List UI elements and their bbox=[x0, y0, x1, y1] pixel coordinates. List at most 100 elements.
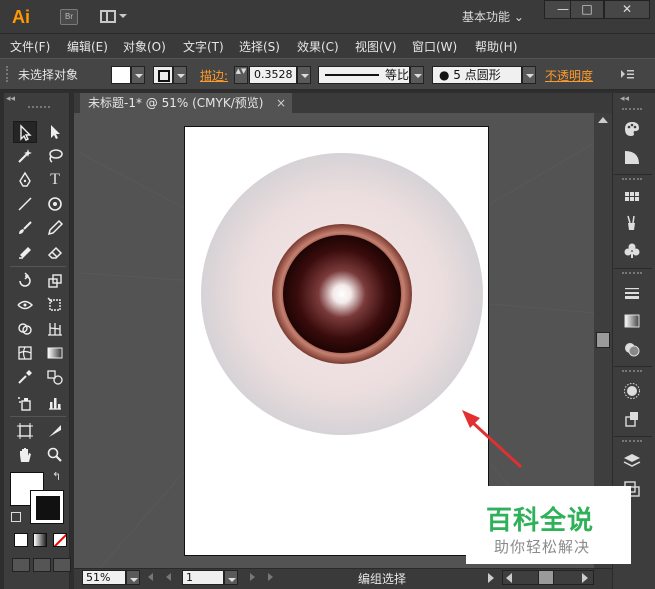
color-palette-icon[interactable] bbox=[620, 118, 644, 140]
menu-edit[interactable]: 编辑(E) bbox=[67, 38, 108, 55]
magic-wand-tool[interactable] bbox=[13, 145, 37, 167]
gradient-mode-button[interactable] bbox=[33, 533, 47, 547]
layers-icon[interactable] bbox=[620, 450, 644, 472]
stroke-panel-link[interactable]: 描边: bbox=[200, 67, 228, 84]
zoom-level-input[interactable]: 51% bbox=[82, 570, 126, 585]
variable-width-profile[interactable]: 等比 bbox=[318, 66, 410, 84]
bridge-button[interactable]: Br bbox=[60, 9, 78, 25]
horizontal-scroll-thumb[interactable] bbox=[538, 570, 554, 585]
fill-dropdown[interactable] bbox=[131, 66, 145, 84]
panel-grip[interactable] bbox=[622, 108, 642, 111]
panel-grip[interactable] bbox=[28, 106, 50, 109]
menu-object[interactable]: 对象(O) bbox=[123, 38, 166, 55]
menu-window[interactable]: 窗口(W) bbox=[412, 38, 457, 55]
menu-type[interactable]: 文字(T) bbox=[183, 38, 224, 55]
eyedropper-tool[interactable] bbox=[13, 366, 37, 388]
panel-menu-icon[interactable] bbox=[620, 68, 634, 80]
stroke-panel-icon[interactable] bbox=[620, 282, 644, 304]
vertical-scroll-thumb[interactable] bbox=[596, 332, 610, 348]
swap-fill-stroke-icon[interactable]: ↰ bbox=[52, 470, 61, 483]
document-tab[interactable]: 未标题-1* @ 51% (CMYK/预览) bbox=[80, 93, 292, 113]
menu-effect[interactable]: 效果(C) bbox=[297, 38, 339, 55]
lasso-tool[interactable] bbox=[43, 145, 67, 167]
close-button[interactable]: ✕ bbox=[604, 0, 650, 19]
maximize-button[interactable]: □ bbox=[570, 0, 604, 19]
shape-builder-tool[interactable] bbox=[13, 318, 37, 340]
blend-tool[interactable] bbox=[43, 366, 67, 388]
menu-select[interactable]: 选择(S) bbox=[239, 38, 280, 55]
symbols-icon[interactable] bbox=[620, 240, 644, 262]
gradient-panel-icon[interactable] bbox=[620, 310, 644, 332]
expand-panels-icon[interactable]: ◂◂ bbox=[620, 94, 629, 104]
color-guide-icon[interactable] bbox=[620, 146, 644, 168]
hand-tool[interactable] bbox=[13, 444, 37, 466]
paintbrush-tool[interactable] bbox=[13, 217, 37, 239]
default-colors-icon[interactable] bbox=[11, 512, 21, 522]
arrange-documents-button[interactable] bbox=[100, 9, 128, 25]
scroll-up-icon[interactable] bbox=[598, 117, 608, 123]
zoom-tool[interactable] bbox=[43, 444, 67, 466]
next-artboard-icon[interactable] bbox=[250, 573, 255, 581]
type-tool[interactable]: T bbox=[43, 169, 67, 191]
none-mode-button[interactable] bbox=[53, 533, 67, 547]
draw-inside-button[interactable] bbox=[53, 558, 71, 572]
pencil-tool[interactable] bbox=[43, 217, 67, 239]
scale-tool[interactable] bbox=[43, 270, 67, 292]
stroke-color-box[interactable] bbox=[30, 490, 64, 524]
scroll-left-icon[interactable] bbox=[506, 573, 512, 583]
symbol-sprayer-tool[interactable] bbox=[13, 392, 37, 414]
panel-grip[interactable] bbox=[622, 178, 642, 181]
column-graph-tool[interactable] bbox=[43, 392, 67, 414]
pen-tool[interactable] bbox=[13, 169, 37, 191]
profile-dropdown[interactable] bbox=[410, 66, 424, 84]
mesh-tool[interactable] bbox=[13, 342, 37, 364]
selection-tool[interactable] bbox=[13, 121, 37, 143]
panel-grip[interactable] bbox=[622, 272, 642, 275]
previous-artboard-icon[interactable] bbox=[166, 573, 171, 581]
stroke-weight-dropdown[interactable] bbox=[297, 66, 311, 84]
collapse-panel-icon[interactable]: ◂◂ bbox=[6, 94, 15, 104]
artboard-dropdown[interactable] bbox=[224, 570, 238, 585]
menu-help[interactable]: 帮助(H) bbox=[475, 38, 517, 55]
free-transform-tool[interactable] bbox=[43, 294, 67, 316]
opacity-panel-link[interactable]: 不透明度 bbox=[545, 67, 593, 84]
menu-view[interactable]: 视图(V) bbox=[355, 38, 397, 55]
close-tab-icon[interactable]: × bbox=[276, 93, 286, 113]
graphic-styles-icon[interactable] bbox=[620, 408, 644, 430]
eraser-tool[interactable] bbox=[43, 241, 67, 263]
eyeball-artwork[interactable] bbox=[200, 152, 484, 436]
color-mode-button[interactable] bbox=[14, 533, 28, 547]
stroke-weight-stepper[interactable]: ▲▼ bbox=[234, 66, 248, 84]
first-artboard-icon[interactable] bbox=[148, 573, 153, 581]
stroke-swatch[interactable] bbox=[153, 66, 173, 84]
brush-dropdown[interactable] bbox=[522, 66, 536, 84]
artboard-tool[interactable] bbox=[13, 420, 37, 442]
zoom-dropdown[interactable] bbox=[126, 570, 140, 585]
line-segment-tool[interactable] bbox=[13, 193, 37, 215]
status-menu-icon[interactable] bbox=[488, 573, 494, 583]
width-tool[interactable] bbox=[13, 294, 37, 316]
blob-brush-tool[interactable] bbox=[13, 241, 37, 263]
panel-grip[interactable] bbox=[6, 66, 10, 82]
gradient-tool[interactable] bbox=[43, 342, 67, 364]
transparency-icon[interactable] bbox=[620, 338, 644, 360]
workspace-switcher[interactable]: 基本功能 ⌄ bbox=[462, 8, 544, 26]
panel-grip[interactable] bbox=[622, 440, 642, 443]
appearance-icon[interactable] bbox=[620, 380, 644, 402]
fill-swatch[interactable] bbox=[111, 66, 131, 84]
scroll-right-icon[interactable] bbox=[582, 573, 588, 583]
brushes-icon[interactable] bbox=[620, 212, 644, 234]
last-artboard-icon[interactable] bbox=[268, 573, 273, 581]
rotate-tool[interactable] bbox=[13, 270, 37, 292]
panel-grip[interactable] bbox=[622, 370, 642, 373]
swatches-icon[interactable] bbox=[620, 186, 644, 208]
menu-file[interactable]: 文件(F) bbox=[10, 38, 50, 55]
current-tool-status[interactable]: 编组选择 bbox=[358, 570, 406, 587]
stroke-weight-input[interactable]: 0.3528 bbox=[249, 66, 297, 84]
slice-tool[interactable] bbox=[43, 420, 67, 442]
draw-behind-button[interactable] bbox=[33, 558, 51, 572]
brush-definition[interactable]: ● 5 点圆形 bbox=[432, 66, 522, 84]
direct-selection-tool[interactable] bbox=[43, 121, 67, 143]
perspective-grid-tool[interactable] bbox=[43, 318, 67, 340]
stroke-dropdown[interactable] bbox=[173, 66, 187, 84]
